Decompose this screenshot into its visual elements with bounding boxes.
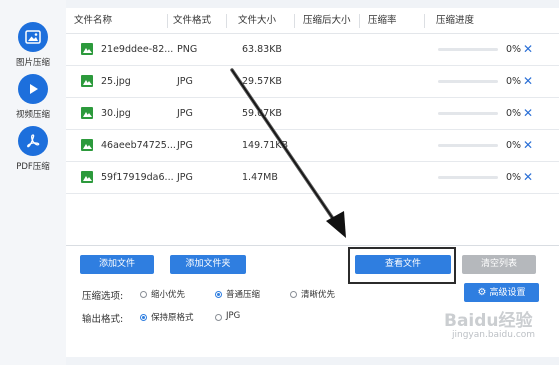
sidebar-item-label: PDF压缩 (16, 162, 50, 172)
progress-percent: 0% (506, 44, 522, 55)
column-header-ratio[interactable]: 压缩率 (368, 8, 397, 34)
radio-normal-compress[interactable] (215, 291, 222, 298)
sidebar-item-pdf-compress[interactable]: PDF压缩 (0, 126, 66, 172)
main-panel: 文件名称 文件格式 文件大小 压缩后大小 压缩率 压缩进度 21e9ddee-8… (66, 8, 559, 357)
sidebar-item-label: 图片压缩 (15, 58, 50, 68)
sidebar-item-image-compress[interactable]: 图片压缩 (0, 22, 66, 68)
progress-bar (438, 176, 498, 179)
radio-label: 普通压缩 (226, 290, 261, 300)
column-divider (294, 14, 295, 28)
output-format-label: 输出格式: (82, 314, 124, 325)
sidebar: 图片压缩 视频压缩 PDF压缩 (0, 0, 66, 365)
column-divider (424, 14, 425, 28)
pdf-icon (18, 126, 48, 156)
radio-clarity-priority[interactable] (290, 291, 297, 298)
radio-label: 保持原格式 (151, 313, 194, 323)
file-format: JPG (177, 108, 193, 119)
table-header: 文件名称 文件格式 文件大小 压缩后大小 压缩率 压缩进度 (66, 8, 559, 34)
progress-percent: 0% (506, 172, 522, 183)
column-header-format[interactable]: 文件格式 (173, 8, 211, 34)
table-row[interactable]: 21e9ddee-82... PNG 63.83KB 0% ✕ (66, 34, 559, 66)
column-header-name[interactable]: 文件名称 (74, 8, 112, 34)
radio-shrink-priority[interactable] (140, 291, 147, 298)
remove-icon[interactable]: ✕ (523, 162, 533, 193)
add-folder-button[interactable]: 添加文件夹 (170, 255, 246, 274)
image-file-icon (81, 75, 93, 87)
advanced-settings-label: 高级设置 (489, 288, 526, 298)
add-file-button[interactable]: 添加文件 (80, 255, 154, 274)
file-name: 25.jpg (101, 76, 131, 87)
progress-percent: 0% (506, 140, 522, 151)
file-name: 30.jpg (101, 108, 131, 119)
file-format: JPG (177, 140, 193, 151)
progress-bar (438, 144, 498, 147)
file-format: JPG (177, 76, 193, 87)
image-file-icon (81, 107, 93, 119)
file-size: 63.83KB (242, 44, 282, 55)
progress-bar (438, 48, 498, 51)
file-format: PNG (177, 44, 198, 55)
column-header-progress[interactable]: 压缩进度 (436, 8, 474, 34)
progress-bar (438, 112, 498, 115)
progress-percent: 0% (506, 76, 522, 87)
advanced-settings-button[interactable]: ⚙ 高级设置 (464, 283, 539, 302)
annotation-highlight-box (348, 247, 456, 284)
remove-icon[interactable]: ✕ (523, 130, 533, 161)
remove-icon[interactable]: ✕ (523, 66, 533, 97)
file-size: 149.71KB (242, 140, 288, 151)
progress-bar (438, 80, 498, 83)
column-divider (359, 14, 360, 28)
gear-icon: ⚙ (477, 287, 487, 298)
image-file-icon (81, 139, 93, 151)
table-row[interactable]: 30.jpg JPG 59.07KB 0% ✕ (66, 98, 559, 130)
radio-label: JPG (226, 311, 241, 321)
column-header-size[interactable]: 文件大小 (238, 8, 276, 34)
sidebar-item-label: 视频压缩 (15, 110, 50, 120)
file-name: 21e9ddee-82... (101, 44, 174, 55)
image-file-icon (81, 43, 93, 55)
file-size: 1.47MB (242, 172, 278, 183)
radio-jpg[interactable] (215, 314, 222, 321)
image-file-icon (81, 171, 93, 183)
radio-label: 缩小优先 (151, 290, 186, 300)
table-row[interactable]: 46aeeb74725... JPG 149.71KB 0% ✕ (66, 130, 559, 162)
file-name: 59f17919da6... (101, 172, 174, 183)
file-size: 59.07KB (242, 108, 282, 119)
radio-keep-original-format[interactable] (140, 314, 147, 321)
column-header-compressed-size[interactable]: 压缩后大小 (303, 8, 351, 34)
radio-label: 清晰优先 (301, 290, 336, 300)
clear-list-button[interactable]: 清空列表 (462, 255, 536, 274)
compress-options-label: 压缩选项: (82, 291, 124, 302)
file-name: 46aeeb74725... (101, 140, 176, 151)
progress-percent: 0% (506, 108, 522, 119)
sidebar-item-video-compress[interactable]: 视频压缩 (0, 74, 66, 120)
file-format: JPG (177, 172, 193, 183)
file-size: 29.57KB (242, 76, 282, 87)
table-row[interactable]: 25.jpg JPG 29.57KB 0% ✕ (66, 66, 559, 98)
remove-icon[interactable]: ✕ (523, 34, 533, 65)
table-row[interactable]: 59f17919da6... JPG 1.47MB 0% ✕ (66, 162, 559, 194)
play-icon (18, 74, 48, 104)
table-bottom-border (66, 245, 559, 246)
column-divider (226, 14, 227, 28)
column-divider (167, 14, 168, 28)
remove-icon[interactable]: ✕ (523, 98, 533, 129)
image-icon (18, 22, 48, 52)
